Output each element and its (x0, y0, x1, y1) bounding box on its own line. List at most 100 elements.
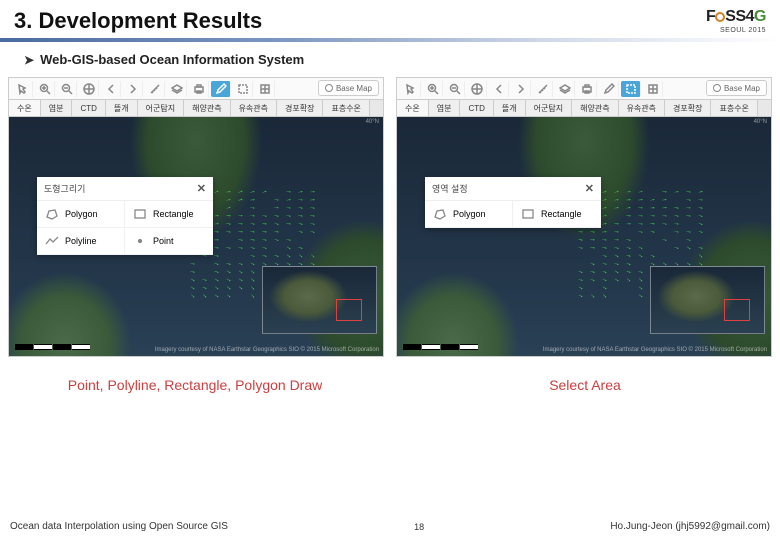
conference-logo: F SS4G SEOUL 2015 (706, 8, 766, 34)
coord-label: 40°N (366, 119, 379, 125)
layer-tab[interactable]: 염분 (41, 100, 73, 116)
tool-option-polygon[interactable]: Polygon (37, 201, 125, 228)
draw-tools-popup: 도형그리기 ✕ Polygon Rectangle Polyline Point (37, 177, 213, 255)
layer-tab[interactable]: 뜰개 (106, 100, 138, 116)
layer-tabstrip: 수온염분CTD뜰개어군탐지해양관측유속관측경포확장표층수온 (396, 99, 772, 117)
close-icon[interactable]: ✕ (585, 182, 594, 195)
layer-tabstrip: 수온염분CTD뜰개어군탐지해양관측유속관측경포확장표층수온 (8, 99, 384, 117)
tool-option-rect[interactable]: Rectangle (125, 201, 213, 228)
world-tool-icon[interactable] (467, 81, 487, 97)
grid-tool-icon[interactable] (255, 81, 275, 97)
layer-tab[interactable]: 유속관측 (231, 100, 277, 116)
gear-icon (715, 12, 725, 22)
select-tool-icon[interactable] (621, 81, 641, 97)
draw-tool-icon[interactable] (599, 81, 619, 97)
tool-option-rect[interactable]: Rectangle (513, 201, 601, 228)
layer-tab[interactable]: 뜰개 (494, 100, 526, 116)
zoomin-tool-icon[interactable] (35, 81, 55, 97)
tool-option-polygon[interactable]: Polygon (425, 201, 513, 228)
ptr-tool-icon[interactable] (13, 81, 33, 97)
page-number: 18 (414, 522, 424, 532)
basemap-switcher[interactable]: Base Map (318, 80, 379, 96)
screenshot-panel-draw: Base Map 수온염분CTD뜰개어군탐지해양관측유속관측경포확장표층수온 4… (8, 77, 384, 357)
rect-icon (521, 208, 535, 220)
zoomout-tool-icon[interactable] (445, 81, 465, 97)
layer-tab[interactable]: 어군탐지 (526, 100, 572, 116)
map-attribution: Imagery courtesy of NASA Earthstar Geogr… (155, 347, 379, 353)
layers-tool-icon[interactable] (167, 81, 187, 97)
back-tool-icon[interactable] (101, 81, 121, 97)
logo-letter-f: F (706, 8, 715, 25)
print-tool-icon[interactable] (577, 81, 597, 97)
footer-left: Ocean data Interpolation using Open Sour… (10, 521, 228, 532)
polygon-icon (45, 208, 59, 220)
tool-option-label: Polygon (453, 209, 486, 219)
layer-tab[interactable]: 경포확장 (665, 100, 711, 116)
layer-tab[interactable]: 염분 (429, 100, 461, 116)
back-tool-icon[interactable] (489, 81, 509, 97)
layer-tab[interactable]: 해양관측 (572, 100, 618, 116)
section-subhead: ➤ Web-GIS-based Ocean Information System (0, 52, 780, 77)
map-viewport[interactable]: 40°N →→→→→→→→→→→→→→→→→→→→→→→→→→→→→→→→→→→… (8, 117, 384, 357)
print-tool-icon[interactable] (189, 81, 209, 97)
layers-tool-icon[interactable] (555, 81, 575, 97)
logo-letter-g: G (754, 8, 766, 25)
popup-title-text: 도형그리기 (44, 182, 85, 195)
map-viewport[interactable]: 40°N →→→→→→→→→→→→→→→→→→→→→→→→→→→→→→→→→→→… (396, 117, 772, 357)
scale-bar (15, 344, 90, 350)
close-icon[interactable]: ✕ (197, 182, 206, 195)
fwd-tool-icon[interactable] (511, 81, 531, 97)
zoomin-tool-icon[interactable] (423, 81, 443, 97)
rect-icon (133, 208, 147, 220)
overview-minimap[interactable] (650, 266, 765, 334)
page-title: 3. Development Results (14, 8, 262, 34)
layer-tab[interactable]: 수온 (9, 100, 41, 116)
tool-option-label: Rectangle (153, 209, 194, 219)
subhead-text: Web-GIS-based Ocean Information System (40, 52, 304, 67)
map-attribution: Imagery courtesy of NASA Earthstar Geogr… (543, 347, 767, 353)
select-area-popup: 영역 설정 ✕ Polygon Rectangle (425, 177, 601, 228)
layer-tab[interactable]: CTD (460, 100, 493, 116)
layer-tab[interactable]: 경포확장 (277, 100, 323, 116)
tool-option-label: Point (153, 236, 174, 246)
zoomout-tool-icon[interactable] (57, 81, 77, 97)
layer-tab[interactable]: 어군탐지 (138, 100, 184, 116)
layer-tab[interactable]: 해양관측 (184, 100, 230, 116)
layer-tab[interactable]: 유속관측 (619, 100, 665, 116)
popup-title-text: 영역 설정 (432, 182, 468, 195)
tool-option-point[interactable]: Point (125, 228, 213, 255)
layer-tab[interactable]: CTD (72, 100, 105, 116)
fwd-tool-icon[interactable] (123, 81, 143, 97)
select-tool-icon[interactable] (233, 81, 253, 97)
polyline-icon (45, 235, 59, 247)
logo-subtitle: SEOUL 2015 (720, 27, 766, 34)
logo-letters-ss4: SS4 (725, 8, 754, 25)
map-toolbar: Base Map (8, 77, 384, 99)
layer-tab[interactable]: 표층수온 (323, 100, 369, 116)
header-divider (0, 38, 780, 42)
footer-author: Ho.Jung-Jeon (jhj5992@gmail.com) (610, 521, 770, 532)
basemap-switcher[interactable]: Base Map (706, 80, 767, 96)
overview-minimap[interactable] (262, 266, 377, 334)
layer-tab[interactable]: 수온 (397, 100, 429, 116)
coord-label: 40°N (754, 119, 767, 125)
tool-option-polyline[interactable]: Polyline (37, 228, 125, 255)
measure-tool-icon[interactable] (533, 81, 553, 97)
map-toolbar: Base Map (396, 77, 772, 99)
panel-caption-select: Select Area (390, 377, 780, 393)
ptr-tool-icon[interactable] (401, 81, 421, 97)
measure-tool-icon[interactable] (145, 81, 165, 97)
extent-box (336, 299, 362, 321)
bullet-arrow-icon: ➤ (24, 53, 34, 67)
point-icon (133, 235, 147, 247)
extent-box (724, 299, 750, 321)
layer-tab[interactable]: 표층수온 (711, 100, 757, 116)
polygon-icon (433, 208, 447, 220)
world-tool-icon[interactable] (79, 81, 99, 97)
tool-option-label: Polyline (65, 236, 97, 246)
draw-tool-icon[interactable] (211, 81, 231, 97)
tool-option-label: Rectangle (541, 209, 582, 219)
scale-bar (403, 344, 478, 350)
grid-tool-icon[interactable] (643, 81, 663, 97)
tool-option-label: Polygon (65, 209, 98, 219)
